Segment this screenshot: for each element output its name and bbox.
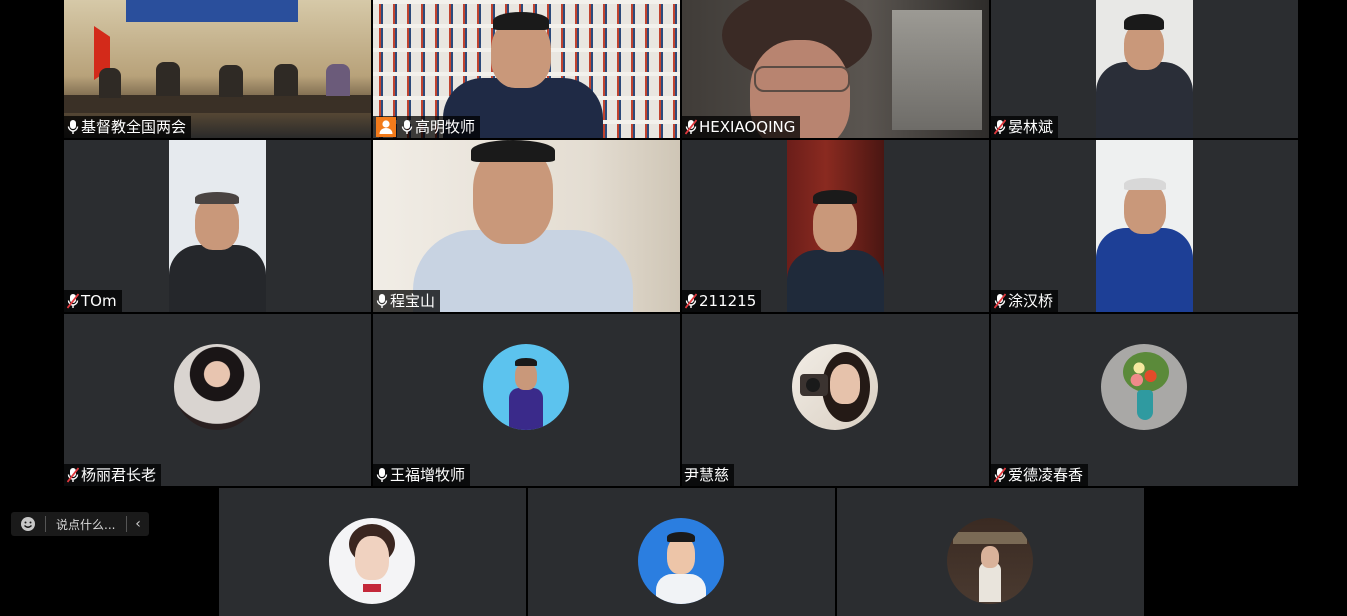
chat-input-bar[interactable]: 说点什么... ‹ [11,512,149,536]
participant-name: 晏林斌 [1008,118,1054,136]
video-feed [1096,140,1193,312]
participant-label: 杨丽君长老 [64,464,162,486]
avatar [483,344,569,430]
chat-input[interactable]: 说点什么... [56,516,126,533]
avatar [638,518,724,604]
participant-name: 尹慧慈 [684,466,730,484]
participant-name: 爱德凌春香 [1008,466,1084,484]
avatar-tile[interactable]: 杨丽君长老 [64,314,371,486]
video-tile[interactable]: 晏林斌 [991,0,1298,138]
mic-on-icon [376,467,388,483]
avatar-tile[interactable]: 王福增牧师 [373,314,680,486]
video-tile[interactable]: 高明牧师 [373,0,680,138]
participant-label: 涂汉桥 [991,290,1059,312]
avatar-tile[interactable] [837,488,1144,616]
participant-label: 尹慧慈 [682,464,735,486]
video-feed [373,140,680,312]
participant-name: 杨丽君长老 [81,466,157,484]
mic-on-icon [401,119,413,135]
participant-label: 基督教全国两会 [64,116,192,138]
video-tile[interactable]: HEXIAOQING [682,0,989,138]
avatar-tile[interactable]: 尹慧慈 [682,314,989,486]
participant-name: HEXIAOQING [699,118,796,136]
video-feed [1096,0,1193,138]
avatar-tile[interactable]: 爱德凌春香 [991,314,1298,486]
participant-name: 程宝山 [390,292,436,310]
video-feed [787,140,884,312]
host-icon [376,117,396,137]
avatar [1101,344,1187,430]
participant-name: 王福增牧师 [390,466,466,484]
participant-name: 高明牧师 [415,118,476,136]
participant-label: 211215 [682,290,762,312]
avatar [329,518,415,604]
avatar [792,344,878,430]
mic-muted-icon [67,293,79,309]
participant-name: 涂汉桥 [1008,292,1054,310]
participant-label: HEXIAOQING [682,116,801,138]
participant-name: 基督教全国两会 [81,118,187,136]
chevron-left-icon[interactable]: ‹ [127,516,149,532]
emoji-icon[interactable] [11,516,45,532]
video-tile[interactable]: 211215 [682,140,989,312]
participant-label: 程宝山 [373,290,441,312]
mic-muted-icon [685,293,697,309]
mic-muted-icon [994,119,1006,135]
video-tile[interactable]: 基督教全国两会 [64,0,371,138]
divider [45,516,46,532]
avatar [174,344,260,430]
avatar [947,518,1033,604]
participant-label: 高明牧师 [373,116,481,138]
video-tile[interactable]: 程宝山 [373,140,680,312]
avatar-tile[interactable] [528,488,835,616]
mic-muted-icon [994,467,1006,483]
participant-label: 王福增牧师 [373,464,471,486]
mic-muted-icon [994,293,1006,309]
participant-label: 晏林斌 [991,116,1059,138]
participant-label: TOm [64,290,122,312]
participant-name: TOm [81,292,117,310]
participant-label: 爱德凌春香 [991,464,1089,486]
video-feed [169,140,266,312]
video-tile[interactable]: 涂汉桥 [991,140,1298,312]
banner [126,0,298,22]
video-tile[interactable]: TOm [64,140,371,312]
mic-on-icon [67,119,79,135]
mic-muted-icon [67,467,79,483]
avatar-tile[interactable] [219,488,526,616]
participant-name: 211215 [699,292,757,310]
mic-on-icon [376,293,388,309]
mic-muted-icon [685,119,697,135]
